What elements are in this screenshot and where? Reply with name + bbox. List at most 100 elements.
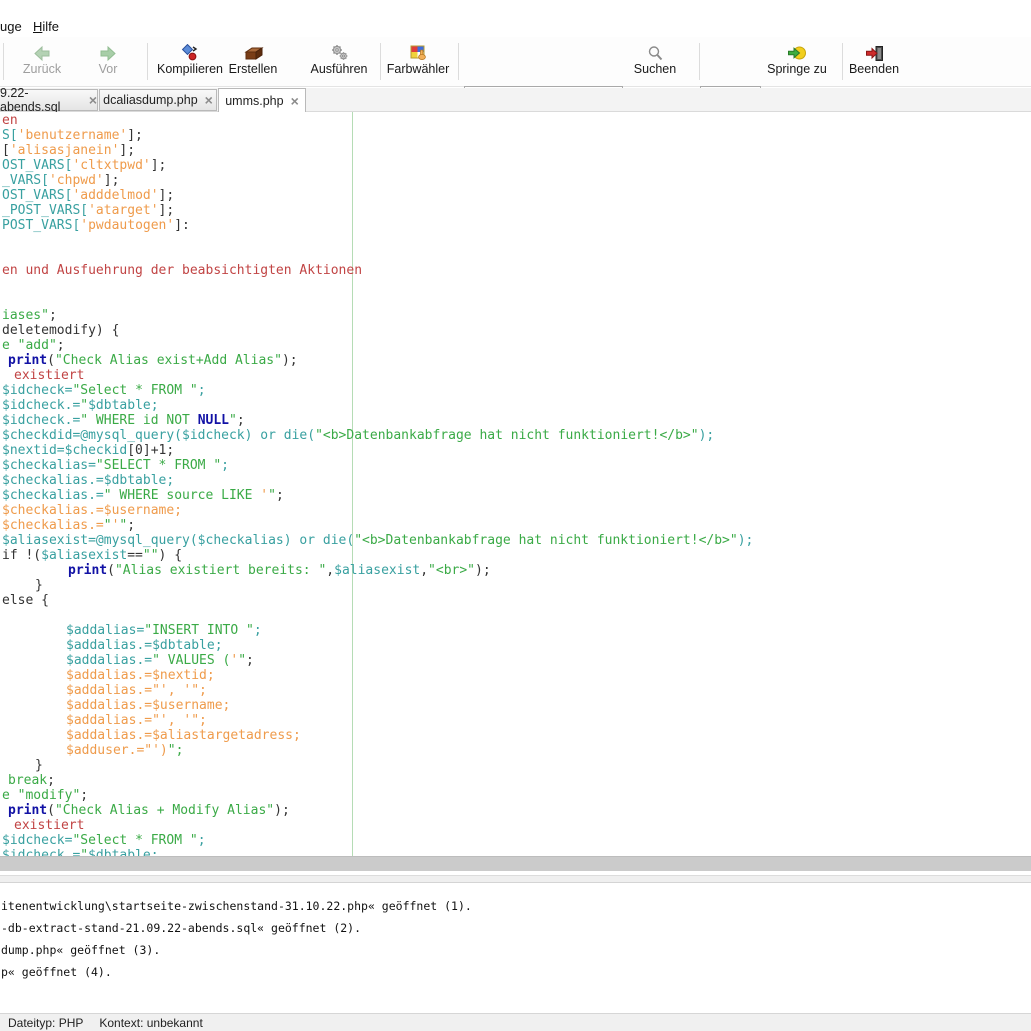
tab-umms.php[interactable]: umms.php × xyxy=(218,88,306,112)
tab-9.22-abends.sql[interactable]: 9.22-abends.sql × xyxy=(0,89,98,111)
goto-label: Springe zu xyxy=(767,62,827,76)
message-line: itenentwicklung\startseite-zwischenstand… xyxy=(1,899,472,913)
run-gears-icon xyxy=(330,40,349,62)
build-label: Erstellen xyxy=(229,62,278,76)
tab-close-icon[interactable]: × xyxy=(291,94,299,108)
tab-label: umms.php xyxy=(225,94,283,108)
message-line: p« geöffnet (4). xyxy=(1,965,112,979)
code-line: en und Ausfuehrung der beabsichtigten Ak… xyxy=(2,263,362,278)
run-label: Ausführen xyxy=(311,62,368,76)
code-line: $checkalias.="'"; xyxy=(2,518,135,533)
forward-label: Vor xyxy=(99,62,118,76)
colorpicker-label: Farbwähler xyxy=(387,62,450,76)
search-button[interactable]: Suchen xyxy=(630,40,680,76)
code-line: $addalias.=$aliastargetadress; xyxy=(66,728,301,743)
status-bar: Dateityp: PHP Kontext: unbekannt xyxy=(0,1013,1031,1031)
code-line: $addalias.=" VALUES ('"; xyxy=(66,653,254,668)
code-line: $adduser.="')"; xyxy=(66,743,183,758)
panel-splitter[interactable] xyxy=(0,875,1031,883)
code-line: $idcheck.=" WHERE id NOT NULL"; xyxy=(2,413,245,428)
code-line: $checkalias="SELECT * FROM "; xyxy=(2,458,229,473)
code-line: $addalias.=$nextid; xyxy=(66,668,215,683)
ide-window: uge Hilfe Zurück Vor xyxy=(0,0,1031,1031)
code-line: en xyxy=(2,113,18,128)
code-line: print("Alias existiert bereits: ",$alias… xyxy=(68,563,491,578)
tab-dcaliasdump.php[interactable]: dcaliasdump.php × xyxy=(99,89,217,111)
code-line: $addalias.=$dbtable; xyxy=(66,638,223,653)
code-line: $idcheck="Select * FROM "; xyxy=(2,833,206,848)
toolbar: Zurück Vor Kompilieren xyxy=(0,37,1031,87)
code-line: $aliasexist=@mysql_query($checkalias) or… xyxy=(2,533,753,548)
code-line: iases"; xyxy=(2,308,57,323)
toolbar-separator xyxy=(842,43,843,80)
menu-item-hilfe[interactable]: Hilfe xyxy=(33,19,59,34)
code-line: OST_VARS['adddelmod']; xyxy=(2,188,174,203)
tab-strip: 9.22-abends.sql×dcaliasdump.php×umms.php… xyxy=(0,88,1031,112)
code-line: $addalias.="', '"; xyxy=(66,683,207,698)
colorpicker-button[interactable]: Farbwähler xyxy=(388,40,448,76)
code-line: _POST_VARS['atarget']; xyxy=(2,203,174,218)
toolbar-separator xyxy=(380,43,381,80)
search-icon xyxy=(647,40,664,62)
code-line: $checkalias.=" WHERE source LIKE '"; xyxy=(2,488,284,503)
menu-bar: uge Hilfe xyxy=(0,0,1031,37)
tab-label: 9.22-abends.sql xyxy=(0,86,82,114)
forward-button[interactable]: Vor xyxy=(78,40,138,76)
run-button[interactable]: Ausführen xyxy=(310,40,368,76)
code-line: e "add"; xyxy=(2,338,65,353)
tab-close-icon[interactable]: × xyxy=(205,93,213,107)
toolbar-separator xyxy=(458,43,459,80)
build-brick-icon xyxy=(242,40,264,62)
status-context: Kontext: unbekannt xyxy=(99,1016,202,1030)
right-margin-line xyxy=(352,112,353,856)
quit-icon xyxy=(865,40,884,62)
quit-label: Beenden xyxy=(849,62,899,76)
message-line: -db-extract-stand-21.09.22-abends.sql« g… xyxy=(1,921,361,935)
goto-button[interactable]: Springe zu xyxy=(766,40,828,76)
back-icon xyxy=(33,40,51,62)
quit-button[interactable]: Beenden xyxy=(848,40,900,76)
code-line: if !($aliasexist=="") { xyxy=(2,548,182,563)
toolbar-separator xyxy=(147,43,148,80)
code-line: $checkalias.=$dbtable; xyxy=(2,473,174,488)
horizontal-scrollbar[interactable] xyxy=(0,856,1031,871)
menu-hilfe-accel: H xyxy=(33,19,42,34)
code-line: S['benutzername']; xyxy=(2,128,143,143)
code-line: OST_VARS['cltxtpwd']; xyxy=(2,158,166,173)
code-line: } xyxy=(35,758,43,773)
back-label: Zurück xyxy=(23,62,61,76)
code-line: $checkdid=@mysql_query($idcheck) or die(… xyxy=(2,428,714,443)
code-line: $addalias.=$username; xyxy=(66,698,230,713)
tab-label: dcaliasdump.php xyxy=(103,93,198,107)
colorpicker-icon xyxy=(409,40,428,62)
code-line: } xyxy=(35,578,43,593)
forward-icon xyxy=(99,40,117,62)
compile-button[interactable]: Kompilieren xyxy=(155,40,225,76)
back-button[interactable]: Zurück xyxy=(12,40,72,76)
code-line: _VARS['chpwd']; xyxy=(2,173,119,188)
code-line: $idcheck.="$dbtable; xyxy=(2,848,159,856)
code-editor[interactable]: enS['benutzername'];['alisasjanein'];OST… xyxy=(0,112,1031,856)
code-line: else { xyxy=(2,593,49,608)
code-line: ['alisasjanein']; xyxy=(2,143,135,158)
code-line: $checkalias.=$username; xyxy=(2,503,182,518)
message-line: dump.php« geöffnet (3). xyxy=(1,943,160,957)
menu-hilfe-rest: ilfe xyxy=(42,19,59,34)
menu-item-werkzeuge-partial[interactable]: uge xyxy=(0,19,22,34)
code-line: $addalias.="', '"; xyxy=(66,713,207,728)
code-line: existiert xyxy=(14,368,84,383)
tab-close-icon[interactable]: × xyxy=(89,93,97,107)
code-line: $nextid=$checkid[0]+1; xyxy=(2,443,174,458)
status-filetype: Dateityp: PHP xyxy=(8,1016,83,1030)
code-line: $addalias="INSERT INTO "; xyxy=(66,623,262,638)
compile-label: Kompilieren xyxy=(157,62,223,76)
build-button[interactable]: Erstellen xyxy=(226,40,280,76)
toolbar-separator xyxy=(3,43,4,80)
messages-panel: itenentwicklung\startseite-zwischenstand… xyxy=(0,883,1031,1013)
code-line: e "modify"; xyxy=(2,788,88,803)
code-line: print("Check Alias exist+Add Alias"); xyxy=(8,353,298,368)
compile-icon xyxy=(181,40,199,62)
code-line: $idcheck.="$dbtable; xyxy=(2,398,159,413)
code-line: $idcheck="Select * FROM "; xyxy=(2,383,206,398)
code-line: existiert xyxy=(14,818,84,833)
